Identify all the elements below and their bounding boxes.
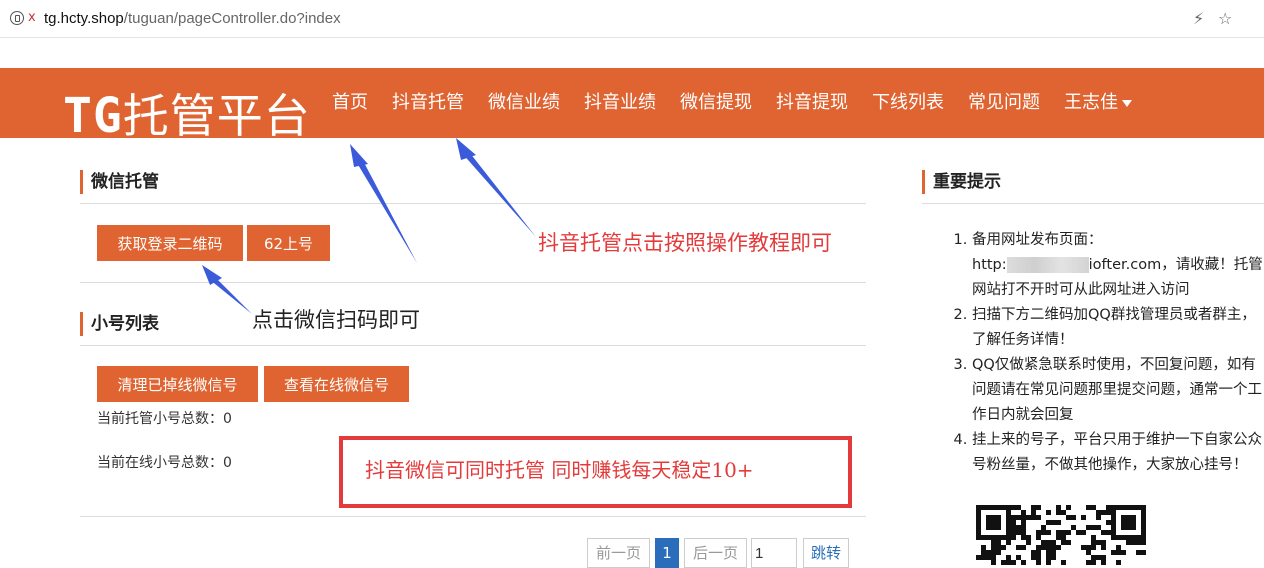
tip-item-2: 扫描下方二维码加QQ群找管理员或者群主，了解任务详情！ [972,303,1264,353]
tip-item-3: QQ仅做紧急联系时使用，不回复问题，如有问题请在常见问题那里提交问题，通常一个工… [972,353,1264,428]
blurred-url [1006,257,1089,273]
tips-list: 备用网址发布页面：http:iofter.com，请收藏！托管网站打不开时可从此… [946,228,1264,478]
divider [922,203,1264,204]
prev-page-button[interactable]: 前一页 [587,538,650,568]
qq-group-qr-code [976,505,1148,565]
jump-button[interactable]: 跳转 [803,538,849,568]
arrow-to-home [350,144,417,263]
page-number-input[interactable] [751,538,797,568]
arrow-to-douyin-hosting [456,138,536,237]
tips-title: 重要提示 [922,170,1001,194]
next-page-button[interactable]: 后一页 [684,538,747,568]
page-1-button[interactable]: 1 [655,538,679,568]
arrow-to-qr-button [202,265,252,314]
tip-item-4: 挂上来的号子，平台只用于维护一下自家公众号粉丝量，不做其他操作，大家放心挂号！ [972,428,1264,478]
tip-item-1: 备用网址发布页面：http:iofter.com，请收藏！托管网站打不开时可从此… [972,228,1264,303]
